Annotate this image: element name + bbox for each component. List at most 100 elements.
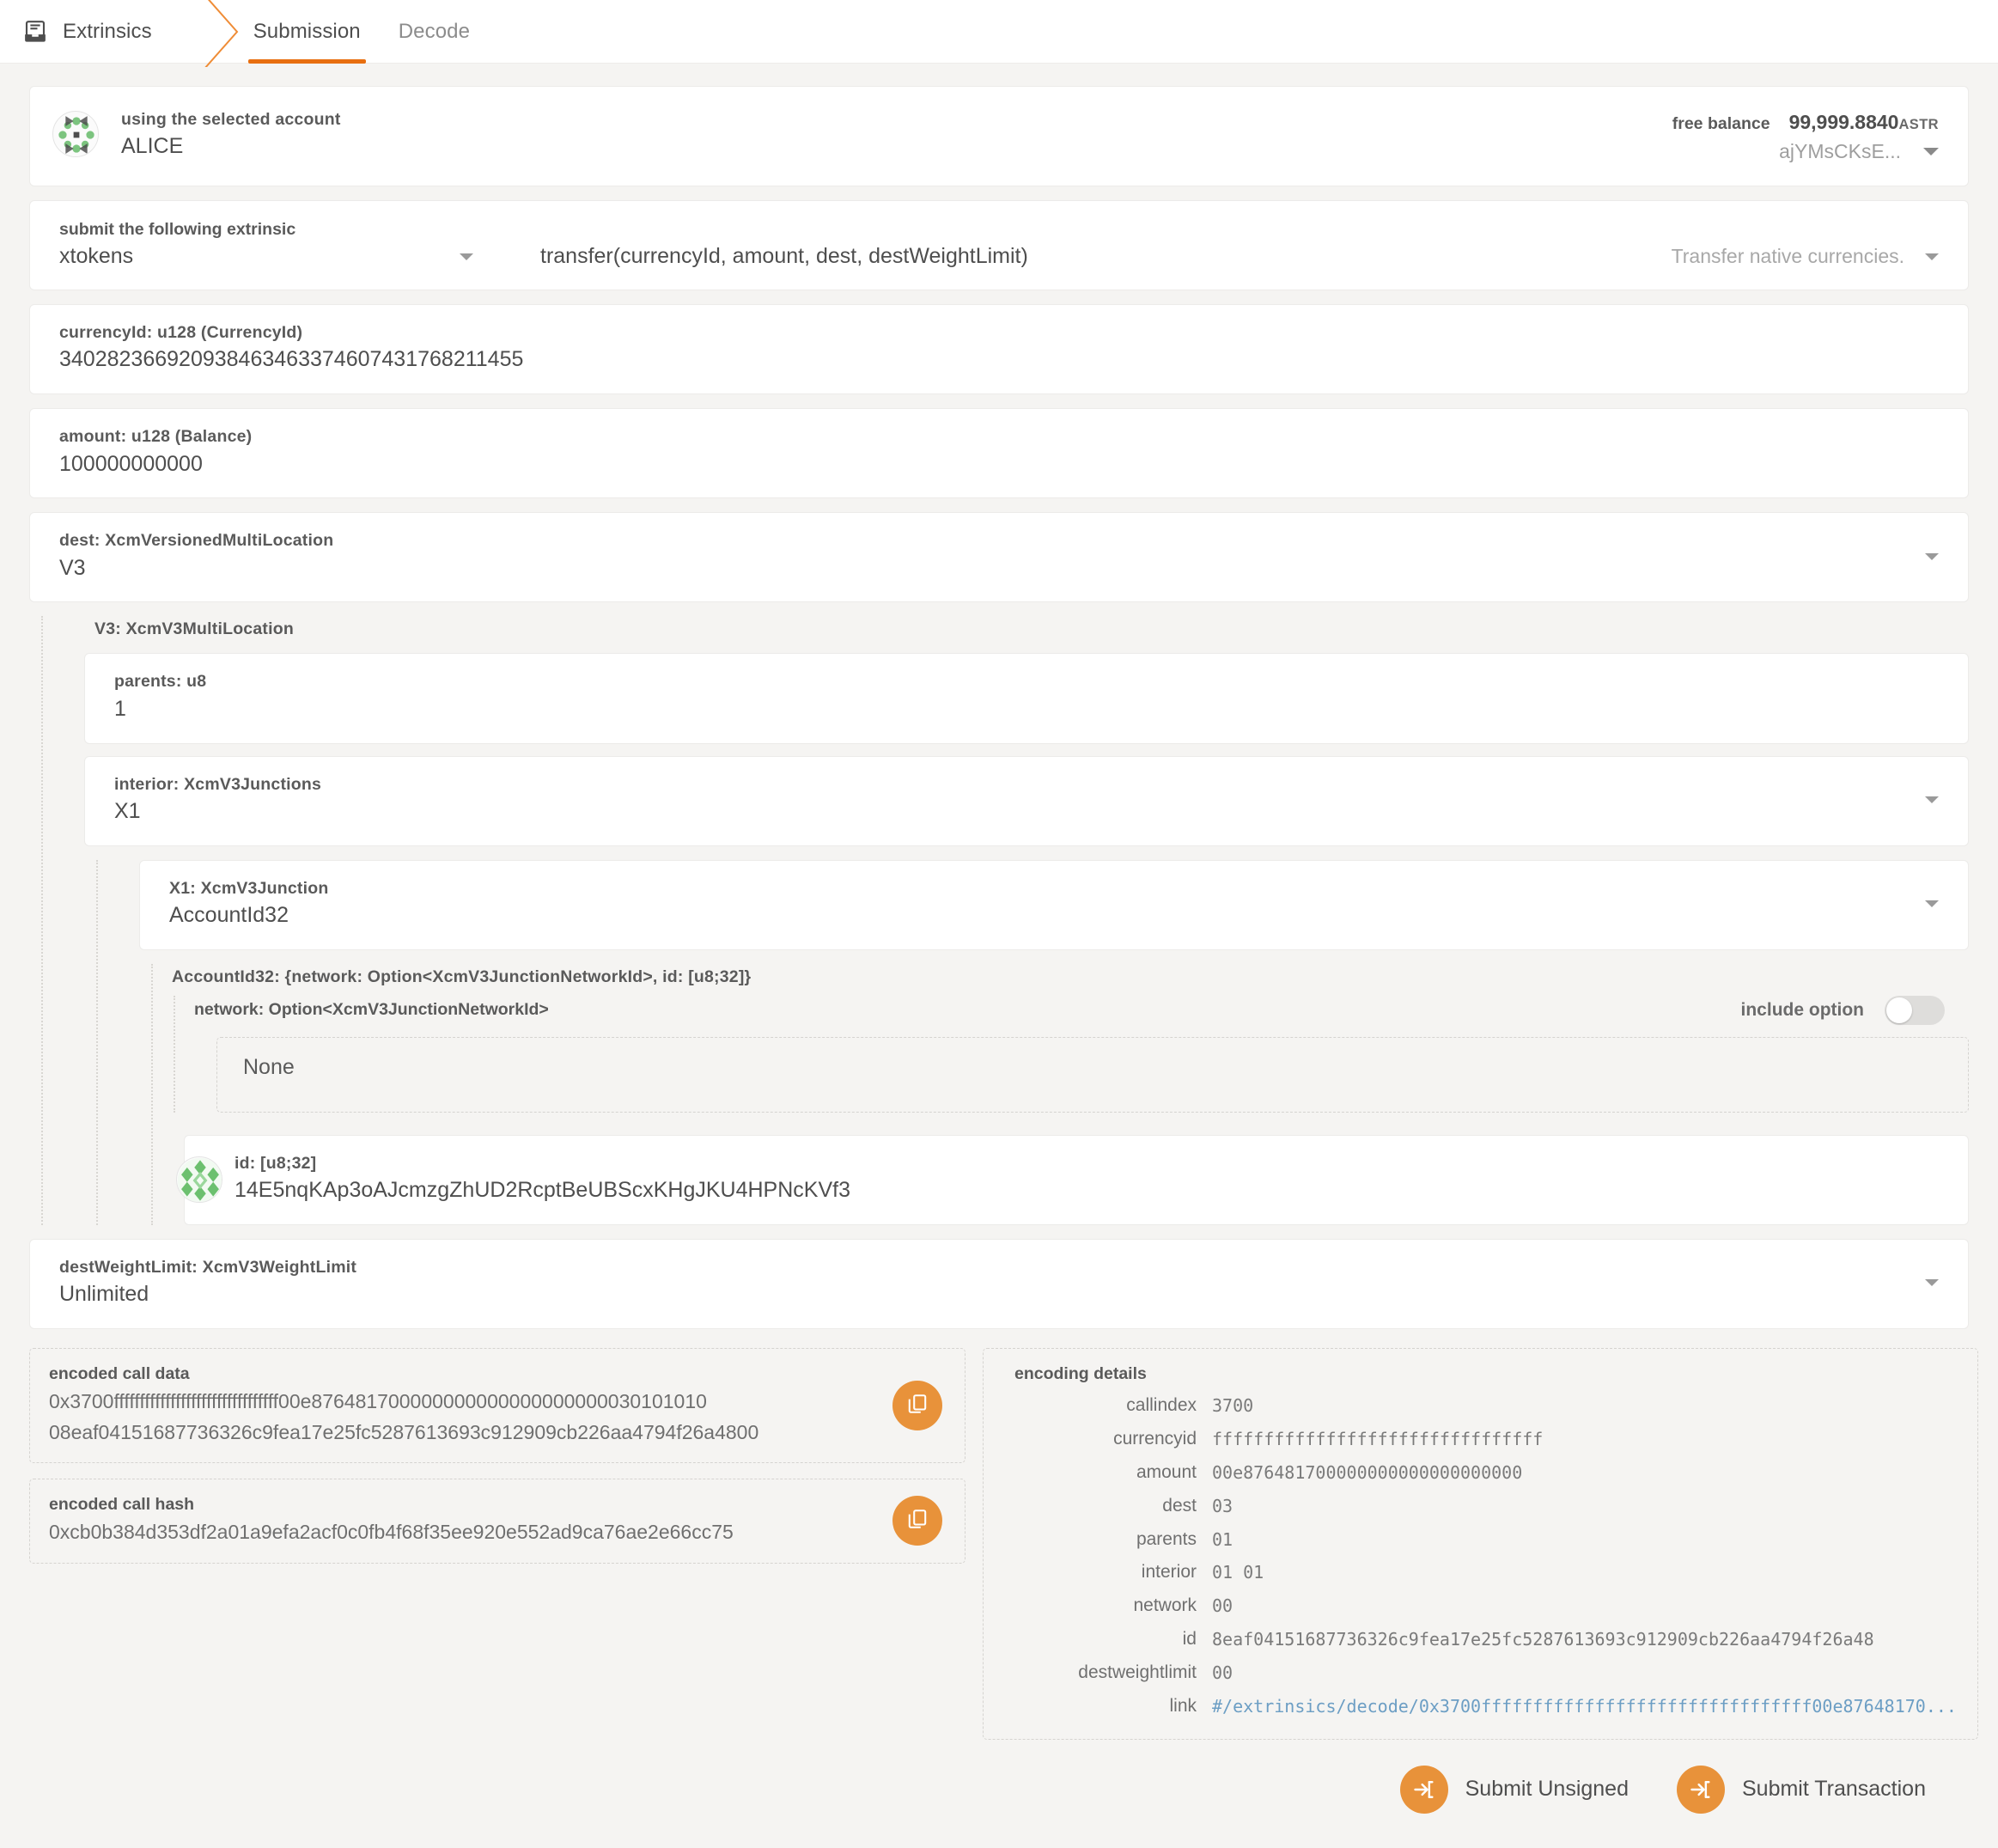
chevron-down-icon[interactable] (1925, 253, 1939, 260)
param-network-value-box: None (216, 1036, 1969, 1113)
encoding-details-value: 00e876481700000000000000000000 (1212, 1461, 1523, 1483)
account-label: using the selected account (121, 110, 341, 129)
encoding-details-key: id (1182, 1629, 1197, 1650)
param-x1[interactable]: X1: XcmV3Junction AccountId32 (139, 859, 1969, 950)
param-parents[interactable]: parents: u8 1 (84, 653, 1969, 744)
tab-decode-label: Decode (398, 19, 471, 43)
submit-transaction-button[interactable]: Submit Transaction (1677, 1765, 1926, 1814)
encoding-details-key: callindex (1126, 1395, 1197, 1415)
module-dropdown[interactable]: xtokens (59, 244, 489, 269)
encoded-call-hash-label: encoded call hash (49, 1495, 195, 1515)
method-value: transfer(currencyId, amount, dest, destW… (540, 244, 1028, 268)
param-destweightlimit-value: Unlimited (59, 1282, 149, 1307)
encoding-details-panel: encoding details callindex 3700 currencyid… (983, 1348, 1978, 1740)
param-interior[interactable]: interior: XcmV3Junctions X1 (84, 755, 1969, 846)
encoded-call-hash-value: 0xcb0b384d353df2a01a9efa2acf0c0fb4f68f35… (49, 1521, 734, 1544)
extrinsic-label: submit the following extrinsic (59, 220, 296, 239)
encoding-details-row: parents 01 (1014, 1528, 1957, 1552)
encoding-details-key: parents (1136, 1528, 1197, 1549)
nest-v3-title: V3: XcmV3MultiLocation (94, 619, 294, 639)
copy-icon (906, 1508, 929, 1534)
free-balance-value: 99,999.8840 (1788, 111, 1899, 133)
encoding-details-row: destweightlimit 00 (1014, 1662, 1957, 1685)
account-selector[interactable]: ajYMsCKsE... (1672, 140, 1939, 163)
encoding-details-rows: callindex 3700 currencyid fffffffffffffffff… (1014, 1394, 1957, 1685)
tab-decode[interactable]: Decode (380, 0, 489, 64)
param-network-label: network: Option<XcmV3JunctionNetworkId> (194, 1000, 549, 1020)
account-selector-value: ajYMsCKsE... (1779, 140, 1901, 162)
param-dest[interactable]: dest: XcmVersionedMultiLocation V3 (29, 512, 1969, 603)
encoded-call-data-label: encoded call data (49, 1364, 190, 1383)
breadcrumb[interactable]: Extrinsics (0, 0, 152, 64)
param-amount[interactable]: amount: u128 (Balance) 100000000000 (29, 408, 1969, 499)
param-destweightlimit[interactable]: destWeightLimit: XcmV3WeightLimit Unlimi… (29, 1238, 1969, 1329)
encoding-details-key: destweightlimit (1078, 1662, 1197, 1682)
tab-bar: Submission Decode (235, 0, 489, 64)
chevron-down-icon[interactable] (1925, 552, 1939, 560)
encoded-call-hash-box: encoded call hash 0xcb0b384d353df2a01a9e… (29, 1479, 965, 1564)
param-id-input[interactable]: 14E5nqKAp3oAJcmzgZhUD2RcptBeUBScxKHgJKU4… (235, 1176, 1939, 1205)
avatar (52, 111, 99, 157)
param-dest-label: dest: XcmVersionedMultiLocation (59, 531, 334, 551)
encoding-details-key: currencyid (1113, 1428, 1197, 1449)
params-section: currencyId: u128 (CurrencyId) 3402823669… (29, 304, 1969, 1329)
encoded-call-data-line1: 0x3700ffffffffffffffffffffffffffffffff00… (49, 1390, 707, 1412)
encoding-details-value: 00 (1212, 1595, 1234, 1617)
method-dropdown[interactable]: transfer(currencyId, amount, dest, destW… (540, 244, 1028, 269)
free-balance-label: free balance (1672, 114, 1770, 133)
encoding-details-row: dest 03 (1014, 1495, 1957, 1518)
encoding-details-row: id 8eaf04151687736326c9fea17e25fc52876136… (1014, 1628, 1957, 1651)
chevron-down-icon[interactable] (1925, 1279, 1939, 1287)
param-currencyid-input[interactable]: 340282366920938463463374607431768211455 (59, 345, 1939, 375)
account-card: using the selected account ALICE free ba… (29, 86, 1969, 186)
nest-accountid32-title: AccountId32: {network: Option<XcmV3Junct… (172, 967, 752, 986)
include-option-label: include option (1740, 999, 1864, 1020)
encoding-details-value: 00 (1212, 1662, 1234, 1683)
submit-row: Submit Unsigned Submit Transaction (29, 1740, 1969, 1848)
encoded-call-data-line2: 08eaf04151687736326c9fea17e25fc528761369… (49, 1420, 759, 1443)
encoding-details-row: amount 00e876481700000000000000000000 (1014, 1461, 1957, 1485)
param-currencyid[interactable]: currencyId: u128 (CurrencyId) 3402823669… (29, 304, 1969, 395)
encoding-details-value: 03 (1212, 1495, 1234, 1516)
encoding-section: encoded call data 0x3700ffffffffffffffff… (29, 1348, 1978, 1740)
param-parents-input[interactable]: 1 (114, 695, 1939, 724)
param-destweightlimit-label: destWeightLimit: XcmV3WeightLimit (59, 1257, 357, 1277)
param-x1-label: X1: XcmV3Junction (169, 878, 329, 898)
param-amount-input[interactable]: 100000000000 (59, 450, 1939, 479)
method-doc-dropdown[interactable]: Transfer native currencies. (1672, 245, 1939, 268)
extrinsic-selector-card: submit the following extrinsic xtokens t… (29, 200, 1969, 290)
param-id-label: id: [u8;32] (235, 1153, 317, 1173)
chevron-down-icon[interactable] (1925, 900, 1939, 908)
param-dest-value: V3 (59, 555, 86, 580)
chevron-down-icon[interactable] (1925, 796, 1939, 804)
sign-in-arrow-icon (1399, 1765, 1448, 1814)
submit-unsigned-label: Submit Unsigned (1465, 1777, 1629, 1802)
tab-submission-label: Submission (253, 19, 361, 43)
tab-submission[interactable]: Submission (235, 0, 380, 64)
param-parents-label: parents: u8 (114, 672, 207, 692)
account-balance-block: free balance 99,999.8840ASTR ajYMsCKsE..… (1672, 109, 1939, 163)
param-id[interactable]: id: [u8;32] 14E5nqKAp3oAJcmzgZhUD2RcptBe… (176, 1134, 1969, 1225)
encoded-column: encoded call data 0x3700ffffffffffffffff… (29, 1348, 965, 1579)
encoding-details-link-value[interactable]: #/extrinsics/decode/0x3700ffffffffffffff… (1212, 1695, 1957, 1718)
encoding-details-key: interior (1141, 1562, 1197, 1583)
encoding-details-row: currencyid ffffffffffffffffffffffffffffff… (1014, 1428, 1957, 1451)
param-x1-value: AccountId32 (169, 903, 289, 927)
copy-call-data-button[interactable] (892, 1381, 942, 1431)
encoding-details-title: encoding details (1014, 1364, 1147, 1383)
submit-unsigned-button[interactable]: Submit Unsigned (1399, 1765, 1629, 1814)
copy-call-hash-button[interactable] (892, 1496, 942, 1546)
param-network-value: None (243, 1054, 295, 1079)
encoding-details-value: 01 (1212, 1528, 1234, 1550)
encoding-details-key: amount (1136, 1461, 1197, 1482)
page-body: using the selected account ALICE free ba… (0, 64, 1998, 1848)
encoding-details-link-row: link #/extrinsics/decode/0x3700fffffffff… (1014, 1695, 1957, 1718)
encoding-details-row: network 00 (1014, 1595, 1957, 1618)
chevron-down-icon[interactable] (460, 253, 473, 260)
nest-accountid32: AccountId32: {network: Option<XcmV3Junct… (139, 963, 1969, 1226)
free-balance-unit: ASTR (1898, 117, 1939, 132)
submit-transaction-label: Submit Transaction (1742, 1777, 1926, 1802)
include-option-toggle[interactable] (1885, 995, 1945, 1025)
chevron-down-icon[interactable] (1923, 148, 1939, 156)
sign-in-arrow-icon (1677, 1765, 1725, 1814)
